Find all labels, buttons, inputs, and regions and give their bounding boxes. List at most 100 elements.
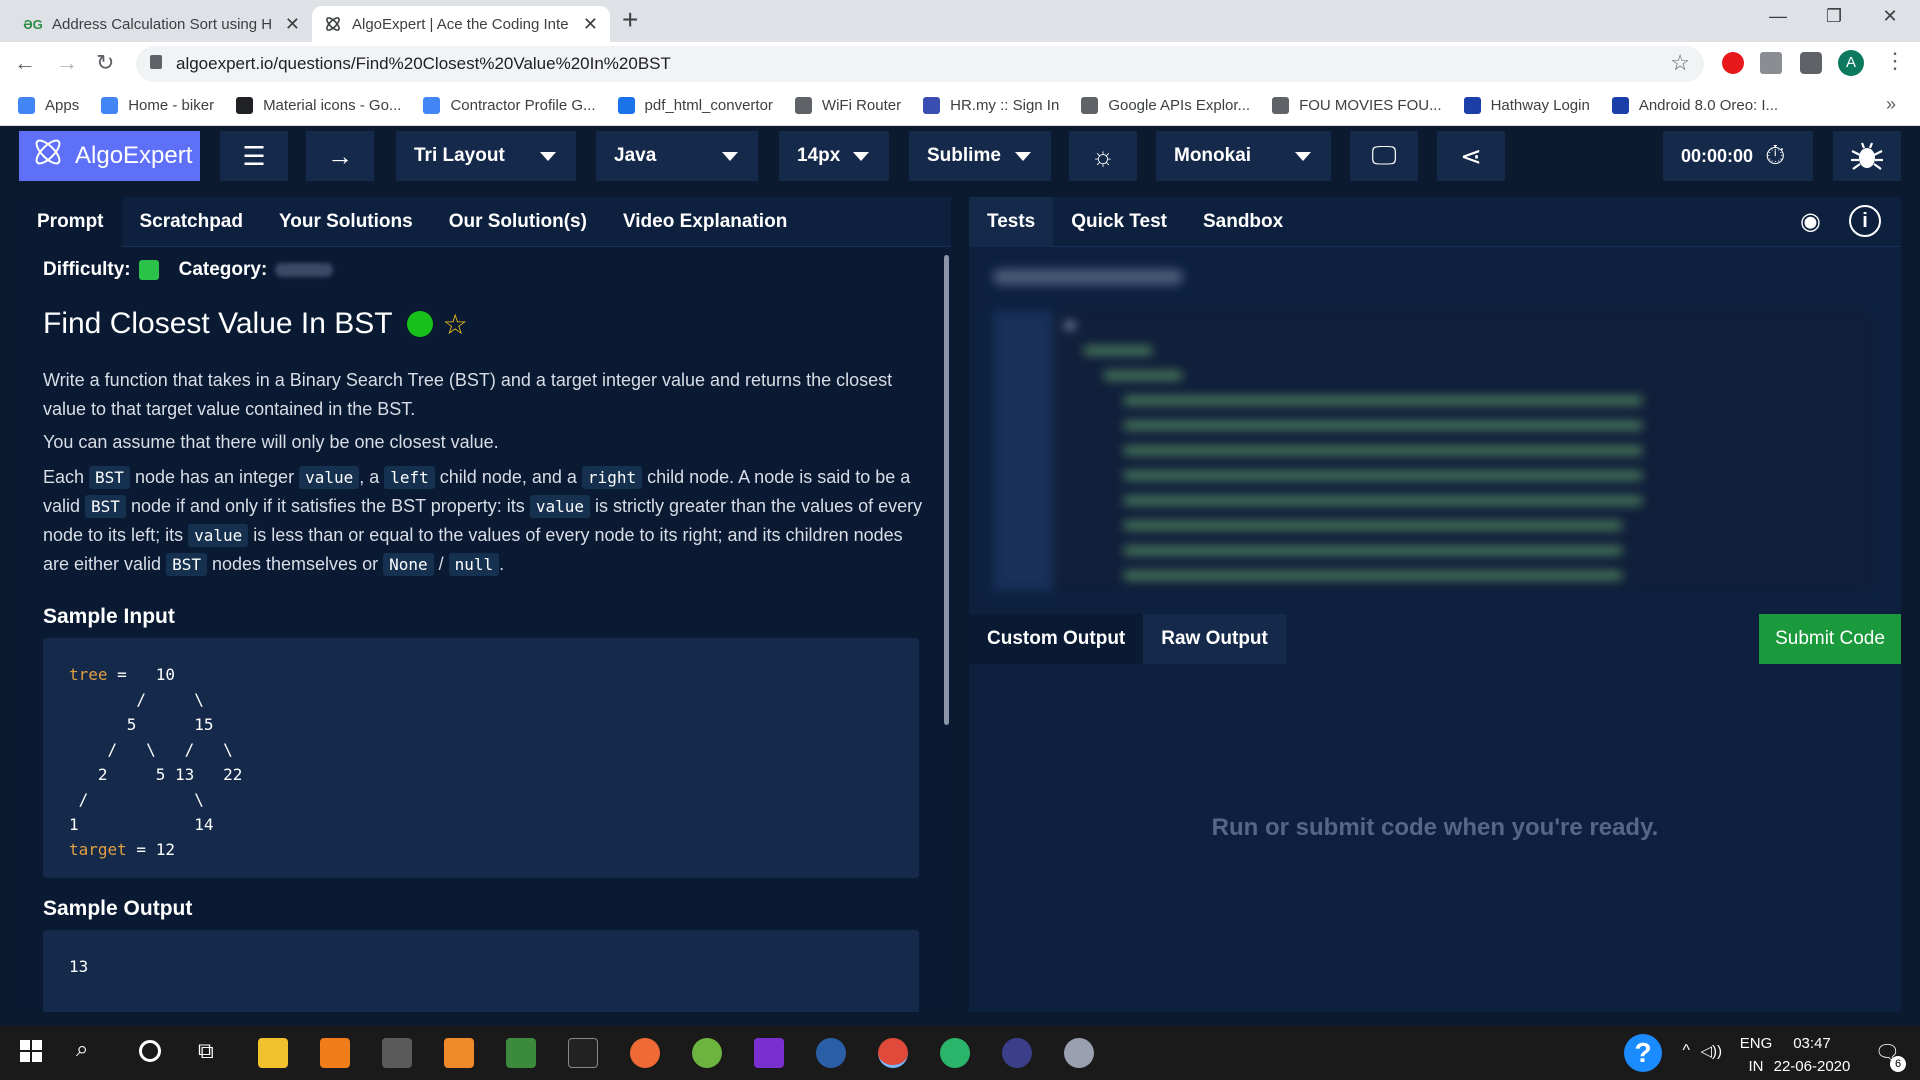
bookmark-star-icon[interactable]: ☆: [1670, 50, 1690, 76]
font-size-value: 14px: [797, 145, 841, 166]
bookmark-label: pdf_html_convertor: [644, 97, 773, 114]
tab-prompt[interactable]: Prompt: [19, 197, 122, 247]
language-dropdown[interactable]: Java: [596, 131, 758, 181]
tab-sandbox[interactable]: Sandbox: [1185, 197, 1301, 247]
bookmark-item[interactable]: Home - biker: [101, 97, 214, 114]
new-tab-button[interactable]: +: [622, 4, 638, 36]
prompt-body: Difficulty: Category: Find Closest Value…: [19, 247, 951, 1012]
timer[interactable]: 00:00:00 ⏱: [1663, 131, 1813, 181]
intellij-icon[interactable]: [754, 1038, 784, 1068]
share-icon[interactable]: ⋖: [1437, 131, 1505, 181]
keymap-dropdown[interactable]: Sublime: [909, 131, 1051, 181]
theme-dropdown[interactable]: Monokai: [1156, 131, 1331, 181]
clock[interactable]: 03:47 22-06-2020: [1772, 1035, 1852, 1075]
postman-icon[interactable]: [630, 1038, 660, 1068]
algoexpert-logo[interactable]: AlgoExpert: [19, 131, 200, 181]
test-case-label-blurred: [993, 269, 1183, 285]
bookmark-icon: [617, 97, 635, 114]
prompt-tabs: Prompt Scratchpad Your Solutions Our Sol…: [19, 197, 951, 247]
help-icon[interactable]: ?: [1624, 1034, 1662, 1072]
bookmark-item[interactable]: Material icons - Go...: [236, 97, 401, 114]
extensions-icon[interactable]: [1800, 52, 1822, 74]
bookmark-item[interactable]: Android 8.0 Oreo: I...: [1611, 97, 1778, 114]
prompt-panel: Prompt Scratchpad Your Solutions Our Sol…: [19, 197, 951, 1012]
calculator-icon[interactable]: [382, 1038, 412, 1068]
tab-custom-output[interactable]: Custom Output: [969, 614, 1144, 664]
brightness-icon[interactable]: ☼: [1069, 131, 1137, 181]
cortana-icon[interactable]: [139, 1040, 161, 1062]
file-explorer-icon[interactable]: [258, 1038, 288, 1068]
bookmark-item[interactable]: Google APIs Explor...: [1081, 97, 1250, 114]
close-tab-icon[interactable]: ✕: [285, 14, 300, 35]
close-tab-icon[interactable]: ✕: [583, 14, 598, 35]
gitkraken-icon[interactable]: [940, 1038, 970, 1068]
info-icon[interactable]: i: [1849, 205, 1881, 237]
eclipse-icon[interactable]: [1002, 1038, 1032, 1068]
forward-icon[interactable]: →: [56, 50, 78, 76]
tab-tests[interactable]: Tests: [969, 196, 1054, 247]
bookmark-item[interactable]: Apps: [18, 97, 79, 114]
output-panel: Custom Output Raw Output Submit Code Run…: [969, 614, 1901, 1012]
minimize-icon[interactable]: —: [1758, 6, 1798, 27]
bookmark-label: Contractor Profile G...: [450, 97, 596, 114]
menu-kebab-icon[interactable]: ⋮: [1884, 48, 1906, 74]
opera-ext-icon[interactable]: [1722, 52, 1744, 74]
layout-dropdown[interactable]: Tri Layout: [396, 131, 576, 181]
question-title-row: Find Closest Value In BST ☆: [43, 307, 468, 341]
tab-scratchpad[interactable]: Scratchpad: [122, 197, 261, 247]
test-case-code-blurred: [993, 311, 1873, 591]
volume-icon[interactable]: ◁)): [1700, 1042, 1722, 1060]
timer-value: 00:00:00: [1681, 145, 1754, 166]
blurred-line: [1083, 346, 1153, 355]
bookmarks-more-icon[interactable]: »: [1886, 94, 1896, 115]
back-icon[interactable]: ←: [14, 50, 36, 76]
chrome-icon[interactable]: [878, 1038, 908, 1068]
browser-tab-algoexpert[interactable]: AlgoExpert | Ace the Coding Inte ✕: [312, 6, 610, 42]
eye-icon[interactable]: ◉: [1800, 207, 1821, 236]
lock-icon: [150, 55, 162, 69]
bookmark-item[interactable]: HR.my :: Sign In: [923, 97, 1059, 114]
bookmark-label: Apps: [45, 97, 80, 114]
restore-icon[interactable]: ❐: [1814, 6, 1854, 27]
bookmark-item[interactable]: Hathway Login: [1463, 97, 1590, 114]
tab-video-explanation[interactable]: Video Explanation: [605, 197, 805, 247]
next-question-arrow-icon[interactable]: →: [306, 131, 374, 181]
favorite-star-icon[interactable]: ☆: [443, 308, 468, 341]
blurred-line: [1123, 546, 1623, 555]
sublime-text-icon[interactable]: [320, 1038, 350, 1068]
debug-bug-icon[interactable]: [1833, 131, 1901, 181]
tab-raw-output[interactable]: Raw Output: [1143, 614, 1286, 664]
questions-list-icon[interactable]: ☰: [220, 131, 288, 181]
profile-avatar[interactable]: A: [1838, 50, 1864, 76]
drive-ext-icon[interactable]: [1760, 52, 1782, 74]
reload-icon[interactable]: ↻: [96, 50, 114, 76]
tab-quick-test[interactable]: Quick Test: [1053, 197, 1185, 247]
task-view-icon[interactable]: ⧉: [198, 1038, 214, 1064]
present-screen-icon[interactable]: 🖵: [1350, 131, 1418, 181]
bookmark-item[interactable]: pdf_html_convertor: [617, 97, 773, 114]
bookmark-item[interactable]: WiFi Router: [794, 97, 901, 114]
spring-icon[interactable]: [692, 1038, 722, 1068]
bookmark-item[interactable]: Contractor Profile G...: [423, 97, 596, 114]
search-icon[interactable]: ⌕: [76, 1036, 88, 1062]
tab-our-solutions[interactable]: Our Solution(s): [431, 197, 605, 247]
font-size-dropdown[interactable]: 14px: [779, 131, 889, 181]
prompt-scrollbar[interactable]: [944, 255, 949, 725]
language-indicator[interactable]: ENG IN: [1736, 1035, 1776, 1075]
app-grid-icon[interactable]: [444, 1038, 474, 1068]
category-value-hidden[interactable]: [275, 263, 334, 277]
bookmarks-bar: Apps Home - biker Material icons - Go... Co…: [0, 86, 1920, 126]
window-close-icon[interactable]: ✕: [1870, 6, 1910, 27]
tab-your-solutions[interactable]: Your Solutions: [261, 197, 431, 247]
paint-icon[interactable]: [1064, 1038, 1094, 1068]
bookmark-item[interactable]: FOU MOVIES FOU...: [1272, 97, 1442, 114]
address-bar[interactable]: algoexpert.io/questions/Find%20Closest%2…: [136, 46, 1704, 82]
browser-tab-gfg[interactable]: ƏG Address Calculation Sort using H ✕: [12, 6, 312, 42]
windows-start-icon[interactable]: [20, 1040, 42, 1062]
image-editor-icon[interactable]: [506, 1038, 536, 1068]
submit-code-button[interactable]: Submit Code: [1759, 614, 1901, 664]
google-icon: [101, 97, 119, 114]
terminal-icon[interactable]: [568, 1038, 598, 1068]
tray-chevron-up-icon[interactable]: ^: [1682, 1042, 1690, 1060]
vscode-like-icon[interactable]: [816, 1038, 846, 1068]
